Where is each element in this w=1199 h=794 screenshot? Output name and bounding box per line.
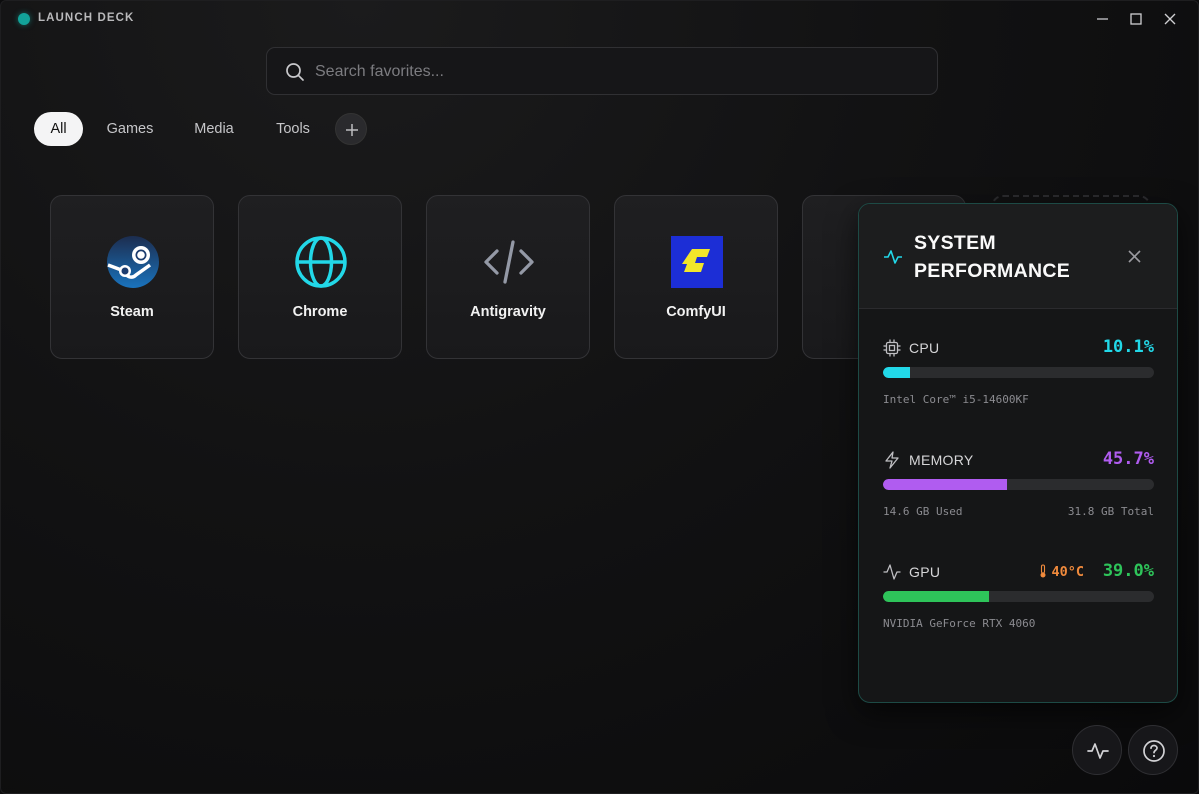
- gpu-temperature: 40°C: [1038, 564, 1084, 580]
- system-performance-panel: SYSTEM PERFORMANCE CPU 10.1% Intel Core™…: [858, 203, 1178, 703]
- panel-close-button[interactable]: [1125, 247, 1145, 267]
- app-label: Chrome: [292, 304, 348, 320]
- tab-media[interactable]: Media: [181, 112, 247, 146]
- memory-used: 14.6 GB Used: [883, 505, 963, 518]
- app-card-steam[interactable]: Steam: [50, 195, 214, 359]
- maximize-button[interactable]: [1126, 9, 1146, 29]
- app-card-antigravity[interactable]: Antigravity: [426, 195, 590, 359]
- panel-title: SYSTEM PERFORMANCE: [914, 232, 1071, 282]
- cpu-model: Intel Core™ i5-14600KF: [883, 393, 1029, 406]
- memory-value: 45.7%: [1102, 449, 1154, 469]
- cpu-label: CPU: [909, 340, 940, 356]
- app-title: LAUNCH DECK: [38, 12, 135, 24]
- search-bar[interactable]: [266, 47, 938, 95]
- app-card-comfyui[interactable]: ComfyUI: [614, 195, 778, 359]
- steam-icon: [107, 236, 159, 288]
- globe-icon: [295, 236, 347, 288]
- title-bar[interactable]: LAUNCH DECK: [1, 1, 1198, 37]
- minimize-button[interactable]: [1093, 9, 1113, 29]
- code-icon: [484, 240, 534, 284]
- app-label: ComfyUI: [666, 304, 726, 320]
- gpu-temperature-value: 40°C: [1051, 564, 1084, 580]
- gpu-label: GPU: [909, 564, 941, 580]
- maximize-icon: [1130, 13, 1142, 25]
- activity-icon: [883, 564, 901, 580]
- cpu-progress-fill: [883, 367, 911, 378]
- cpu-value: 10.1%: [1102, 337, 1154, 357]
- plus-icon: [346, 124, 358, 136]
- tab-games[interactable]: Games: [96, 112, 164, 146]
- app-label: Antigravity: [470, 304, 546, 320]
- activity-icon: [1087, 743, 1109, 759]
- performance-toggle-button[interactable]: [1072, 725, 1122, 775]
- app-label: Steam: [110, 304, 154, 320]
- memory-label: MEMORY: [909, 452, 974, 468]
- close-icon: [1164, 13, 1176, 25]
- add-tab-button[interactable]: [335, 113, 367, 145]
- help-button[interactable]: [1128, 725, 1178, 775]
- gpu-progress-bar: [883, 591, 1154, 602]
- gpu-progress-fill: [883, 591, 989, 602]
- help-icon: [1143, 740, 1165, 762]
- thermometer-icon: [1040, 564, 1046, 578]
- memory-progress-fill: [883, 479, 1007, 490]
- app-card-chrome[interactable]: Chrome: [238, 195, 402, 359]
- app-window: LAUNCH DECK All Games Media Tools: [0, 0, 1199, 794]
- panel-header: SYSTEM PERFORMANCE: [859, 204, 1177, 309]
- pulse-icon: [884, 250, 902, 264]
- search-icon: [285, 62, 305, 87]
- tab-tools[interactable]: Tools: [264, 112, 322, 146]
- minimize-icon: [1097, 18, 1108, 20]
- search-input[interactable]: [315, 58, 915, 86]
- cpu-progress-bar: [883, 367, 1154, 378]
- memory-total: 31.8 GB Total: [1067, 505, 1154, 518]
- close-window-button[interactable]: [1160, 9, 1180, 29]
- gpu-value: 39.0%: [1102, 561, 1154, 581]
- memory-progress-bar: [883, 479, 1154, 490]
- tab-all[interactable]: All: [34, 112, 83, 146]
- app-logo-icon: [18, 13, 30, 25]
- gpu-model: NVIDIA GeForce RTX 4060: [883, 617, 1036, 630]
- lightning-icon: [885, 451, 899, 469]
- comfyui-icon: [671, 236, 723, 288]
- cpu-icon: [883, 339, 901, 357]
